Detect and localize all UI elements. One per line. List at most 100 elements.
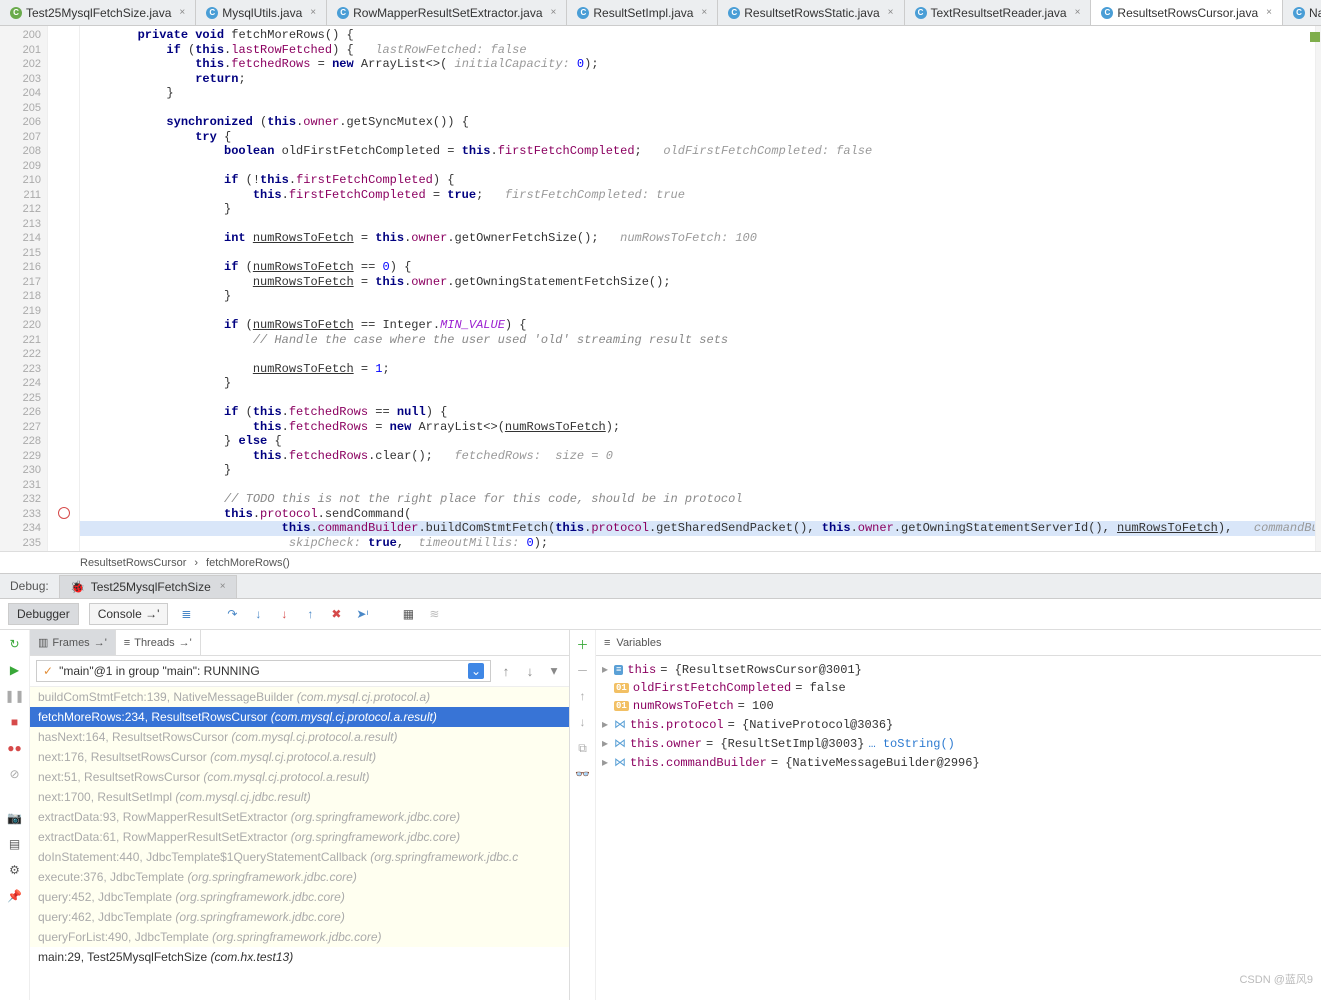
step-out-icon[interactable]: ↑ [302, 606, 318, 622]
java-icon: C [10, 7, 22, 19]
threads-tab[interactable]: ≡ Threads →' [116, 630, 201, 655]
watermark: CSDN @蓝风9 [1239, 971, 1313, 987]
debug-tool-window-header: Debug: 🐞 Test25MysqlFetchSize × [0, 573, 1321, 599]
close-icon[interactable]: × [220, 581, 226, 592]
link-icon: ⋈ [614, 736, 626, 751]
step-into-icon[interactable]: ↓ [250, 606, 266, 622]
filter-frames-button[interactable]: ▾ [545, 662, 563, 680]
prev-frame-button[interactable]: ↑ [497, 662, 515, 680]
trace-icon[interactable]: ≋ [426, 606, 442, 622]
rerun-icon[interactable]: ↻ [7, 636, 23, 652]
editor-tab[interactable]: CResultSetImpl.java× [567, 0, 718, 25]
debug-session-tab[interactable]: 🐞 Test25MysqlFetchSize × [59, 575, 237, 598]
java-icon: C [577, 7, 589, 19]
java-icon: C [728, 7, 740, 19]
editor-tab[interactable]: CTest25MysqlFetchSize.java× [0, 0, 196, 25]
stack-frame[interactable]: query:462, JdbcTemplate (org.springframe… [30, 907, 569, 927]
editor-tab[interactable]: CTextResultsetReader.java× [905, 0, 1092, 25]
breadcrumb-method[interactable]: fetchMoreRows() [206, 557, 290, 569]
drop-frame-icon[interactable]: ✖ [328, 606, 344, 622]
stack-frame[interactable]: hasNext:164, ResultsetRowsCursor (com.my… [30, 727, 569, 747]
stack-frame[interactable]: main:29, Test25MysqlFetchSize (com.hx.te… [30, 947, 569, 967]
primitive-icon: 01 [614, 683, 629, 693]
stack-frame[interactable]: next:176, ResultsetRowsCursor (com.mysql… [30, 747, 569, 767]
editor-tab[interactable]: CResultsetRowsCursor.java× [1091, 0, 1283, 25]
debug-side-toolbar: ↻ ▶ ❚❚ ■ ●● ⊘ 📷 ▤ ⚙ 📌 [0, 630, 30, 1000]
analysis-ok-icon [1310, 32, 1320, 42]
layout-icon[interactable]: ▤ [7, 836, 23, 852]
code-editor: 2002012022032042052062072082092102112122… [0, 26, 1321, 551]
evaluate-icon[interactable]: ▦ [400, 606, 416, 622]
close-icon[interactable]: × [551, 7, 557, 18]
stack-frame[interactable]: extractData:93, RowMapperResultSetExtrac… [30, 807, 569, 827]
glasses-icon[interactable]: 👓 [575, 766, 591, 782]
breakpoint-marker[interactable] [58, 507, 70, 519]
stack-frames[interactable]: buildComStmtFetch:139, NativeMessageBuil… [30, 687, 569, 1000]
debugger-tab[interactable]: Debugger [8, 603, 79, 625]
remove-watch-icon[interactable]: － [575, 662, 591, 678]
variables-panel: ≡ Variables ▸≡ this = {ResultsetRowsCurs… [596, 630, 1321, 1000]
force-step-into-icon[interactable]: ↓ [276, 606, 292, 622]
pin-icon[interactable]: 📌 [7, 888, 23, 904]
stack-frame[interactable]: fetchMoreRows:234, ResultsetRowsCursor (… [30, 707, 569, 727]
chevron-down-icon[interactable]: ⌄ [468, 663, 484, 679]
close-icon[interactable]: × [888, 7, 894, 18]
run-to-cursor-icon[interactable]: ➤ᶦ [354, 606, 370, 622]
next-frame-button[interactable]: ↓ [521, 662, 539, 680]
variable-row[interactable]: 01 oldFirstFetchCompleted = false [596, 679, 1321, 697]
stack-frame[interactable]: extractData:61, RowMapperResultSetExtrac… [30, 827, 569, 847]
camera-icon[interactable]: 📷 [7, 810, 23, 826]
close-icon[interactable]: × [701, 7, 707, 18]
thread-selector-row: ✓ "main"@1 in group "main": RUNNING ⌄ ↑ … [30, 656, 569, 687]
debug-body: ↻ ▶ ❚❚ ■ ●● ⊘ 📷 ▤ ⚙ 📌 ▥ Frames →' ≡ Thre… [0, 630, 1321, 1000]
mute-breakpoints-icon[interactable]: ⊘ [7, 766, 23, 782]
thread-dump-icon[interactable]: ≣ [178, 606, 194, 622]
variable-row[interactable]: ▸⋈ this.protocol = {NativeProtocol@3036} [596, 715, 1321, 734]
breadcrumb[interactable]: ResultsetRowsCursor › fetchMoreRows() [0, 551, 1321, 573]
variable-row[interactable]: ▸⋈ this.commandBuilder = {NativeMessageB… [596, 753, 1321, 772]
pause-icon[interactable]: ❚❚ [7, 688, 23, 704]
editor-tab[interactable]: CRowMapperResultSetExtractor.java× [327, 0, 567, 25]
stack-frame[interactable]: next:51, ResultsetRowsCursor (com.mysql.… [30, 767, 569, 787]
code-area[interactable]: private void fetchMoreRows() { if (this.… [80, 26, 1315, 551]
editor-tab[interactable]: CMysqlUtils.java× [196, 0, 327, 25]
java-icon: C [1293, 7, 1305, 19]
down-icon[interactable]: ↓ [575, 714, 591, 730]
resume-icon[interactable]: ▶ [7, 662, 23, 678]
editor-tab[interactable]: CNativeMe× [1283, 0, 1321, 25]
close-icon[interactable]: × [1075, 7, 1081, 18]
frames-tab[interactable]: ▥ Frames →' [30, 630, 116, 655]
step-over-icon[interactable]: ↷ [224, 606, 240, 622]
add-watch-icon[interactable]: ＋ [575, 636, 591, 652]
variable-row[interactable]: ▸⋈ this.owner = {ResultSetImpl@3003} … t… [596, 734, 1321, 753]
close-icon[interactable]: × [1266, 7, 1272, 18]
error-stripe [1315, 26, 1321, 551]
close-icon[interactable]: × [310, 7, 316, 18]
settings-icon[interactable]: ⚙ [7, 862, 23, 878]
variable-row[interactable]: ▸≡ this = {ResultsetRowsCursor@3001} [596, 660, 1321, 679]
variables-tree[interactable]: ▸≡ this = {ResultsetRowsCursor@3001}01 o… [596, 656, 1321, 776]
console-tab[interactable]: Console →' [89, 603, 169, 625]
editor-tabs: CTest25MysqlFetchSize.java×CMysqlUtils.j… [0, 0, 1321, 26]
up-icon[interactable]: ↑ [575, 688, 591, 704]
view-breakpoints-icon[interactable]: ●● [7, 740, 23, 756]
link-icon: ⋈ [614, 717, 626, 732]
editor-tab[interactable]: CResultsetRowsStatic.java× [718, 0, 904, 25]
copy-icon[interactable]: ⧉ [575, 740, 591, 756]
check-icon: ✓ [43, 664, 53, 678]
close-icon[interactable]: × [179, 7, 185, 18]
thread-dropdown[interactable]: ✓ "main"@1 in group "main": RUNNING ⌄ [36, 660, 491, 682]
stack-frame[interactable]: queryForList:490, JdbcTemplate (org.spri… [30, 927, 569, 947]
variable-row[interactable]: 01 numRowsToFetch = 100 [596, 697, 1321, 715]
stack-frame[interactable]: next:1700, ResultSetImpl (com.mysql.cj.j… [30, 787, 569, 807]
bug-icon: 🐞 [70, 579, 86, 595]
debug-label: Debug: [0, 579, 59, 593]
link-icon: ⋈ [614, 755, 626, 770]
stop-icon[interactable]: ■ [7, 714, 23, 730]
stack-frame[interactable]: execute:376, JdbcTemplate (org.springfra… [30, 867, 569, 887]
stack-frame[interactable]: doInStatement:440, JdbcTemplate$1QuerySt… [30, 847, 569, 867]
stack-frame[interactable]: query:452, JdbcTemplate (org.springframe… [30, 887, 569, 907]
breadcrumb-class[interactable]: ResultsetRowsCursor [80, 557, 186, 569]
line-gutter: 2002012022032042052062072082092102112122… [0, 26, 48, 551]
stack-frame[interactable]: buildComStmtFetch:139, NativeMessageBuil… [30, 687, 569, 707]
